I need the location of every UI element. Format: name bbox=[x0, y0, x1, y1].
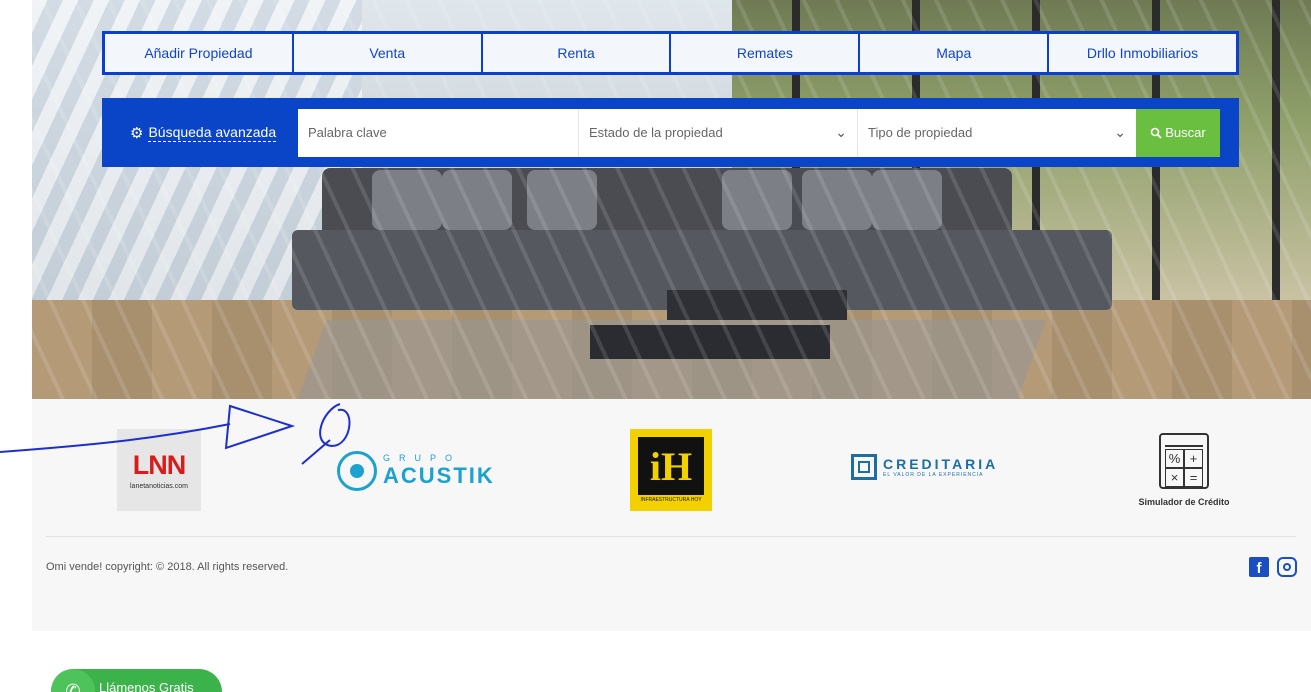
tab-anadir-propiedad[interactable]: Añadir Propiedad bbox=[105, 34, 292, 72]
gear-icon: ⚙ bbox=[130, 124, 144, 142]
keyword-placeholder: Palabra clave bbox=[308, 125, 387, 140]
facebook-icon[interactable]: f bbox=[1249, 557, 1269, 577]
creditaria-mark-icon bbox=[851, 454, 877, 480]
tab-renta[interactable]: Renta bbox=[482, 34, 670, 72]
search-button[interactable]: Buscar bbox=[1136, 108, 1220, 157]
property-status-value: Estado de la propiedad bbox=[589, 125, 723, 140]
copyright-text: Omi vende! copyright: © 2018. All rights… bbox=[46, 561, 289, 573]
chevron-down-icon: ⌄ bbox=[1114, 124, 1126, 140]
calculator-icon: % + × = bbox=[1159, 433, 1209, 489]
main-nav: Añadir Propiedad Venta Renta Remates Map… bbox=[102, 31, 1239, 75]
property-type-select[interactable]: Tipo de propiedad ⌄ bbox=[857, 108, 1136, 157]
infraestructura-hoy-logo[interactable]: iH INFRAESTRUCTURA HOY bbox=[630, 429, 712, 511]
chevron-down-icon: ⌄ bbox=[835, 124, 847, 140]
tab-mapa[interactable]: Mapa bbox=[860, 34, 1048, 72]
tab-drllo-inmobiliarios[interactable]: Drllo Inmobiliarios bbox=[1049, 34, 1236, 72]
search-icon bbox=[1150, 127, 1162, 139]
social-links: f bbox=[1249, 557, 1297, 577]
keyword-input[interactable]: Palabra clave bbox=[298, 108, 578, 157]
partners-footer: LNN lanetanoticias.com GRUPO ACUSTIK iH … bbox=[32, 399, 1311, 631]
phone-icon: ✆ bbox=[51, 669, 95, 692]
call-free-button[interactable]: ✆ Llámenos Gratis bbox=[51, 669, 222, 692]
tab-venta[interactable]: Venta bbox=[293, 34, 481, 72]
search-button-label: Buscar bbox=[1165, 125, 1206, 140]
lnn-logo[interactable]: LNN lanetanoticias.com bbox=[117, 429, 201, 511]
property-type-value: Tipo de propiedad bbox=[868, 125, 973, 140]
advanced-search-toggle[interactable]: ⚙ Búsqueda avanzada bbox=[130, 124, 298, 142]
page: Añadir Propiedad Venta Renta Remates Map… bbox=[0, 0, 1311, 692]
credit-simulator-link[interactable]: % + × = Simulador de Crédito bbox=[1132, 433, 1236, 507]
advanced-search-label: Búsqueda avanzada bbox=[148, 123, 277, 142]
acustik-logo[interactable]: GRUPO ACUSTIK bbox=[337, 451, 495, 491]
search-bar: ⚙ Búsqueda avanzada Palabra clave Estado… bbox=[102, 98, 1239, 167]
call-free-label: Llámenos Gratis bbox=[99, 680, 194, 692]
acustik-ring-icon bbox=[337, 451, 377, 491]
property-status-select[interactable]: Estado de la propiedad ⌄ bbox=[578, 108, 857, 157]
creditaria-logo[interactable]: CREDITARIA EL VALOR DE LA EXPERIENCIA bbox=[851, 454, 998, 480]
instagram-icon[interactable] bbox=[1277, 557, 1297, 577]
tab-remates[interactable]: Remates bbox=[671, 34, 859, 72]
footer-divider bbox=[46, 536, 1296, 537]
